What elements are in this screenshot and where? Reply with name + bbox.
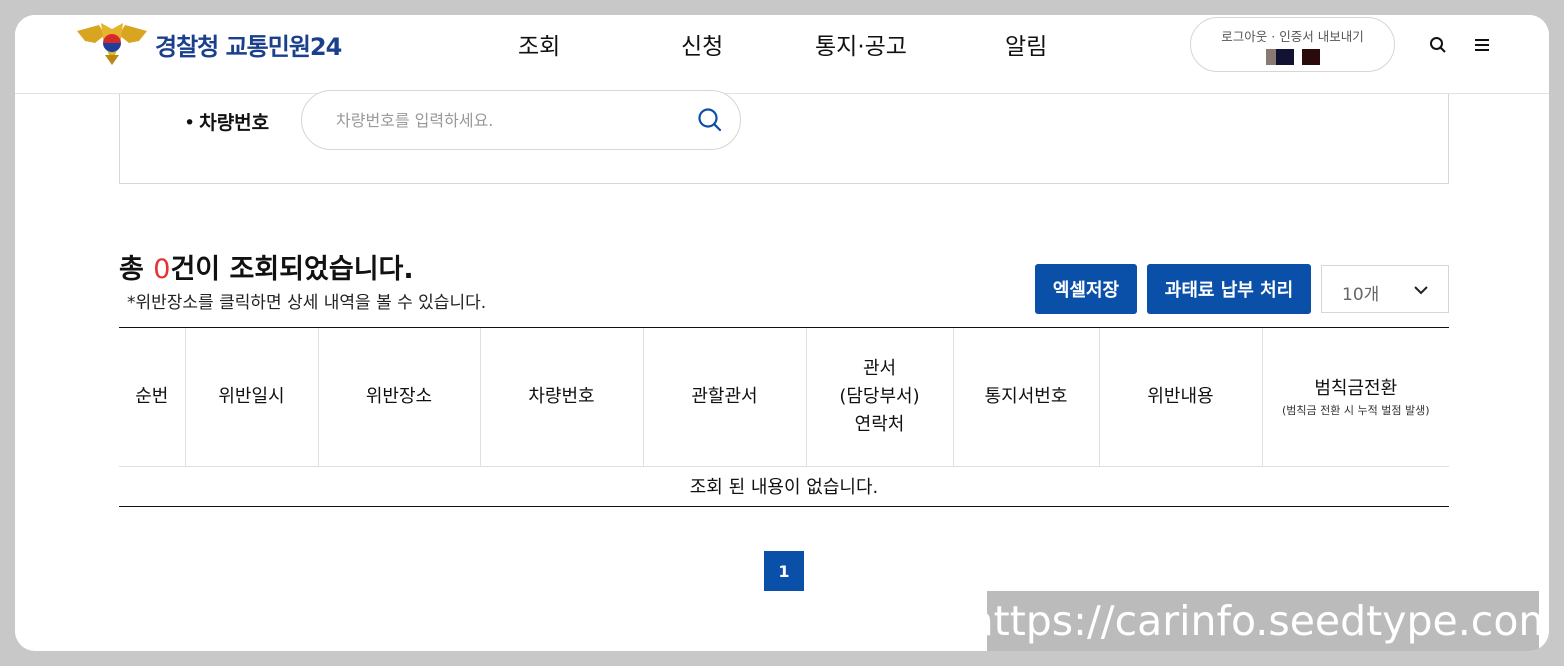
table-row: 조회 된 내용이 없습니다. <box>119 466 1449 506</box>
result-suffix: 건이 조회되었습니다. <box>170 254 414 285</box>
nav-item-apply[interactable]: 신청 <box>681 27 723 61</box>
column-header-label: 범칙금전환 <box>1314 378 1398 400</box>
column-header: 차량번호 <box>480 328 644 467</box>
result-prefix: 총 <box>119 254 154 285</box>
account-links[interactable]: 로그아웃 · 인증서 내보내기 <box>1191 26 1394 45</box>
column-header: 관서 (담당부서) 연락처 <box>806 328 954 467</box>
nav-item-inquiry[interactable]: 조회 <box>518 27 560 61</box>
column-header-subtext: (범칙금 전환 시 누적 벌점 발생) <box>1281 404 1430 417</box>
nav-item-notice[interactable]: 통지·공고 <box>815 27 907 61</box>
site-logo[interactable]: 경찰청 교통민원24 <box>75 21 342 67</box>
empty-message: 조회 된 내용이 없습니다. <box>689 477 879 499</box>
nav-item-alert[interactable]: 알림 <box>1005 27 1047 61</box>
plate-number-field <box>301 90 741 150</box>
column-header: 순번 <box>119 328 186 467</box>
column-header: 위반일시 <box>185 328 319 467</box>
column-header: 통지서번호 <box>953 328 1100 467</box>
swatch <box>1301 49 1320 65</box>
column-header: 관할관서 <box>643 328 807 467</box>
pay-fine-button[interactable]: 과태료 납부 처리 <box>1147 264 1311 314</box>
user-name-swatches <box>1191 49 1394 65</box>
plate-number-input[interactable] <box>336 107 676 133</box>
search-panel: • 차량번호 <box>119 90 1449 184</box>
watermark-text: https://carinfo.seedtype.com <box>968 591 1549 651</box>
violation-table: 순번 위반일시 위반장소 차량번호 관할관서 관서 (담당부서) 연락처 통지서… <box>119 327 1449 507</box>
column-header-fine-convert: 범칙금전환 (범칙금 전환 시 누적 벌점 발생) <box>1262 328 1449 467</box>
page-size-select[interactable]: 10개 <box>1321 265 1449 313</box>
result-count: 0 <box>153 254 171 285</box>
plate-number-label: • 차량번호 <box>184 108 269 135</box>
page-size-value: 10개 <box>1342 285 1380 305</box>
search-icon[interactable] <box>696 106 724 134</box>
chevron-down-icon <box>1414 286 1428 295</box>
column-header: 위반내용 <box>1099 328 1263 467</box>
logo-text: 경찰청 교통민원24 <box>155 32 342 61</box>
excel-save-button[interactable]: 엑셀저장 <box>1035 264 1137 314</box>
police-emblem-icon <box>77 23 147 65</box>
browser-frame: 경찰청 교통민원24 조회 신청 통지·공고 알림 로그아웃 · 인증서 내보내… <box>15 15 1549 651</box>
result-title: 총 0건이 조회되었습니다. <box>119 247 414 286</box>
site-header: 경찰청 교통민원24 조회 신청 통지·공고 알림 로그아웃 · 인증서 내보내… <box>15 15 1549 94</box>
table-header-row: 순번 위반일시 위반장소 차량번호 관할관서 관서 (담당부서) 연락처 통지서… <box>119 328 1449 467</box>
column-header: 위반장소 <box>318 328 481 467</box>
plate-number-label-text: 차량번호 <box>199 112 270 134</box>
swatch <box>1265 49 1276 65</box>
page-button-current[interactable]: 1 <box>764 551 804 591</box>
swatch <box>1275 49 1294 65</box>
bullet: • <box>184 112 196 134</box>
result-note: *위반장소를 클릭하면 상세 내역을 볼 수 있습니다. <box>127 293 487 313</box>
account-box[interactable]: 로그아웃 · 인증서 내보내기 <box>1190 17 1395 72</box>
search-icon[interactable] <box>1426 33 1450 57</box>
menu-icon[interactable] <box>1470 33 1494 57</box>
